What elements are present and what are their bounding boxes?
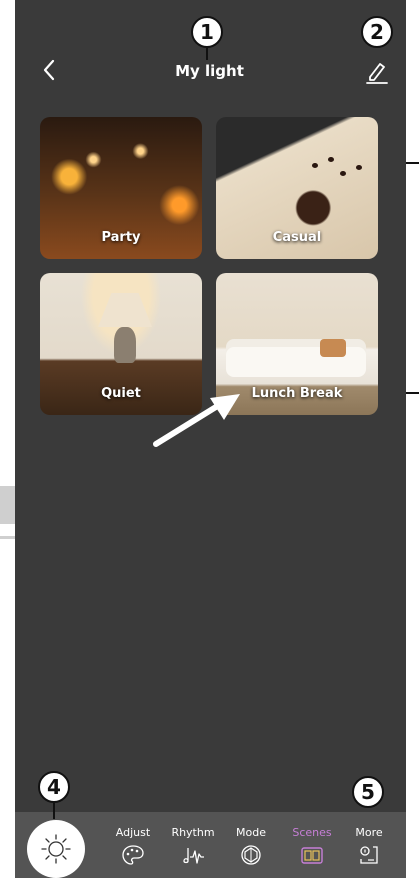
palette-icon: [122, 845, 144, 865]
sun-icon: [41, 834, 71, 864]
callout-4-line: [53, 803, 55, 819]
scene-label: Lunch Break: [251, 386, 343, 401]
scenes-icon: [301, 847, 323, 864]
side-mark-right-tick-top: [406, 162, 419, 164]
callout-1-number: 1: [200, 20, 214, 44]
tab-mode[interactable]: Mode: [225, 826, 277, 876]
tab-more[interactable]: More: [343, 826, 395, 876]
callout-5-number: 5: [361, 780, 375, 804]
scene-label: Casual: [272, 230, 322, 245]
coffee-bean-decoration: [356, 165, 362, 170]
side-mark-left-line: [0, 536, 15, 539]
tab-label: Mode: [236, 826, 266, 839]
callout-5: 5: [352, 776, 384, 808]
mode-icon: [241, 845, 261, 865]
power-button[interactable]: [27, 820, 85, 878]
lamp-shade-decoration: [98, 293, 152, 327]
callout-2: 2: [361, 16, 393, 48]
coffee-bean-decoration: [340, 171, 346, 176]
callout-4: 4: [38, 771, 70, 803]
tab-label: Scenes: [292, 826, 332, 839]
pencil-icon: [366, 63, 388, 84]
tab-label: More: [355, 826, 383, 839]
tab-scenes[interactable]: Scenes: [286, 826, 338, 876]
callout-4-number: 4: [47, 775, 61, 799]
callout-1-line: [206, 48, 208, 60]
side-mark-right-tick-bottom: [406, 392, 419, 394]
scene-card-casual[interactable]: Casual: [216, 117, 378, 259]
tab-adjust[interactable]: Adjust: [107, 826, 159, 876]
scene-label: Quiet: [101, 386, 141, 401]
scene-card-party[interactable]: Party: [40, 117, 202, 259]
annotation-arrow-icon: [153, 394, 240, 447]
pillow-decoration: [320, 339, 346, 357]
music-wave-icon: [183, 848, 204, 864]
tab-label: Rhythm: [171, 826, 215, 839]
tab-label: Adjust: [115, 826, 151, 839]
tab-rhythm[interactable]: Rhythm: [167, 826, 219, 876]
side-mark-left-block: [0, 486, 15, 524]
callout-2-number: 2: [370, 20, 384, 44]
edit-button[interactable]: [363, 58, 391, 86]
coffee-bean-decoration: [312, 163, 318, 168]
scene-label: Party: [101, 230, 141, 245]
more-icon: [360, 846, 378, 864]
coffee-bean-decoration: [328, 157, 334, 162]
callout-1: 1: [191, 16, 223, 48]
page-title: My light: [175, 62, 244, 80]
lamp-base-decoration: [114, 327, 136, 363]
